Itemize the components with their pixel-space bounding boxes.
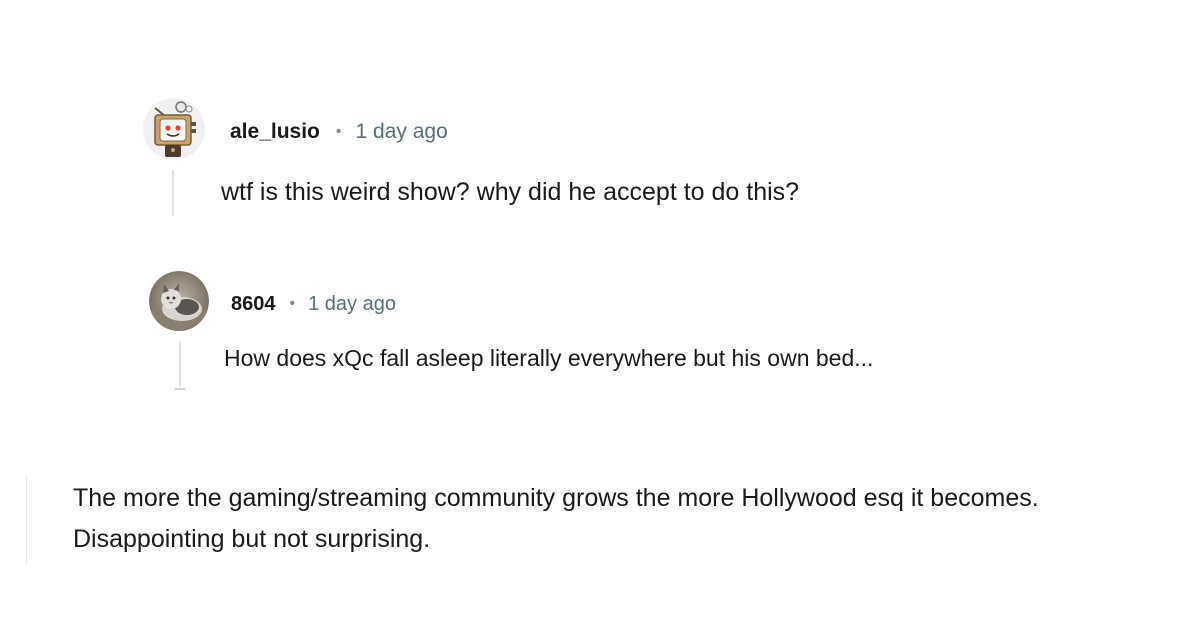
quote-bar — [26, 476, 27, 566]
thread-line-end — [175, 388, 185, 390]
user-avatar[interactable] — [143, 98, 205, 160]
quote-text: The more the gaming/streaming community … — [73, 478, 1183, 560]
separator-dot: • — [335, 123, 342, 140]
thread-line[interactable] — [179, 341, 181, 387]
quote-line: Disappointing but not surprising. — [73, 525, 431, 553]
comment-timestamp[interactable]: 1 day ago — [356, 120, 448, 144]
username-link[interactable]: 8604 — [231, 293, 276, 316]
comment-text: wtf is this weird show? why did he accep… — [221, 178, 800, 206]
thread-line[interactable] — [172, 170, 174, 216]
comment-thread-canvas: ale_lusio • 1 day ago wtf is this weird … — [0, 0, 1200, 630]
comment-text: How does xQc fall asleep literally every… — [224, 345, 874, 371]
user-avatar[interactable] — [149, 271, 209, 331]
separator-dot: • — [289, 295, 296, 312]
quote-line: The more the gaming/streaming community … — [73, 484, 1039, 512]
comment-meta: 8604 • 1 day ago — [231, 290, 396, 318]
username-link[interactable]: ale_lusio — [230, 120, 320, 144]
comment-timestamp[interactable]: 1 day ago — [308, 293, 396, 316]
cat-photo-avatar — [149, 271, 209, 331]
robot-tv-avatar-icon — [143, 98, 205, 160]
comment-meta: ale_lusio • 1 day ago — [230, 118, 448, 146]
